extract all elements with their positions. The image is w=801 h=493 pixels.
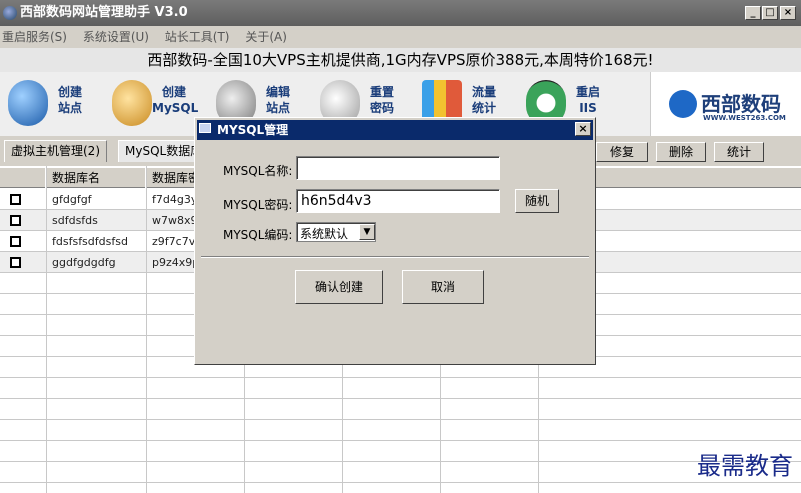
row-checkbox[interactable] [10,236,21,247]
promo-banner[interactable]: 西部数码-全国10大VPS主机提供商,1G内存VPS原价388元,本周特价168… [0,48,801,72]
brand-logo: 西部数码 WWW.WEST263.COM [650,72,801,136]
delete-button[interactable]: 删除 [656,142,706,162]
menu-bar: 重启服务(S) 系统设置(U) 站长工具(T) 关于(A) [0,26,801,48]
db-name-cell: fdsfsfsdfdsfsd [52,235,128,248]
random-password-button[interactable]: 随机 [515,189,559,213]
watermark: 最需教育 [697,452,793,480]
db-name-cell: gfdgfgf [52,193,92,206]
mysql-dialog: MYSQL管理 × MYSQL名称: MYSQL密码: 随机 MYSQL编码: … [194,117,596,365]
globe-icon [8,80,48,126]
row-checkbox[interactable] [10,194,21,205]
tool-label: 重启 IIS [575,85,600,115]
minimize-button[interactable]: _ [745,6,761,20]
chevron-down-icon[interactable]: ▼ [359,224,375,240]
cancel-button[interactable]: 取消 [402,270,484,304]
empty-row [0,399,801,420]
tool-label: 创建 站点 [57,85,82,115]
wave-logo-icon [669,90,697,118]
db-password-cell: p9z4x9p [152,256,196,269]
brand-url: WWW.WEST263.COM [703,114,786,122]
dialog-window-icon [199,123,211,133]
app-logo-icon [3,6,17,20]
confirm-create-button[interactable]: 确认创建 [295,270,383,304]
tab-virtual-host[interactable]: 虚拟主机管理(2) [4,140,107,162]
mysql-name-input[interactable] [296,156,500,180]
dialog-title-bar[interactable]: MYSQL管理 [197,120,593,140]
mysql-password-label: MYSQL密码: [223,198,293,212]
mysql-password-input[interactable] [296,189,500,213]
empty-row [0,378,801,399]
db-password-cell: z9f7c7v [152,235,196,248]
close-button[interactable]: × [780,6,796,20]
column-header-db-name[interactable]: 数据库名 [46,168,146,188]
menu-system-settings[interactable]: 系统设置(U) [81,26,151,48]
dolphin-icon [112,80,152,126]
tool-label: 创建 MySQL [152,85,199,115]
tool-label: 重置 密码 [369,85,394,115]
column-divider [146,166,147,493]
window-title-bar: 西部数码网站管理助手 V3.0 [0,0,801,26]
maximize-button[interactable]: □ [762,6,778,20]
create-site-button[interactable]: 创建 站点 [4,78,94,130]
empty-row [0,420,801,441]
tool-label: 流量 统计 [471,85,496,115]
stats-button[interactable]: 统计 [714,142,764,162]
window-title: 西部数码网站管理助手 V3.0 [20,5,188,20]
mysql-encoding-label: MYSQL编码: [223,228,293,242]
modify-button[interactable]: 修复 [596,142,648,162]
menu-webmaster-tools[interactable]: 站长工具(T) [163,26,232,48]
menu-restart-service[interactable]: 重启服务(S) [0,26,69,48]
encoding-value: 系统默认 [300,227,349,241]
column-divider [46,166,47,493]
menu-about[interactable]: 关于(A) [243,26,289,48]
db-name-cell: ggdfgdgdfg [52,256,116,269]
db-password-cell: f7d4g3y [152,193,196,206]
checkbox-column-header [0,168,46,188]
dialog-close-button[interactable]: × [575,122,591,136]
db-password-cell: w7w8x9 [152,214,196,227]
brand-name: 西部数码 [701,92,781,116]
mysql-name-label: MYSQL名称: [223,164,293,178]
empty-row [0,441,801,462]
empty-row [0,462,801,483]
db-name-cell: sdfdsfds [52,214,98,227]
tool-label: 编辑 站点 [265,85,290,115]
row-checkbox[interactable] [10,215,21,226]
encoding-select[interactable]: 系统默认 ▼ [296,222,376,242]
create-mysql-button[interactable]: 创建 MySQL [108,78,198,130]
dialog-divider [201,256,589,258]
row-checkbox[interactable] [10,257,21,268]
dialog-title: MYSQL管理 [217,123,289,137]
